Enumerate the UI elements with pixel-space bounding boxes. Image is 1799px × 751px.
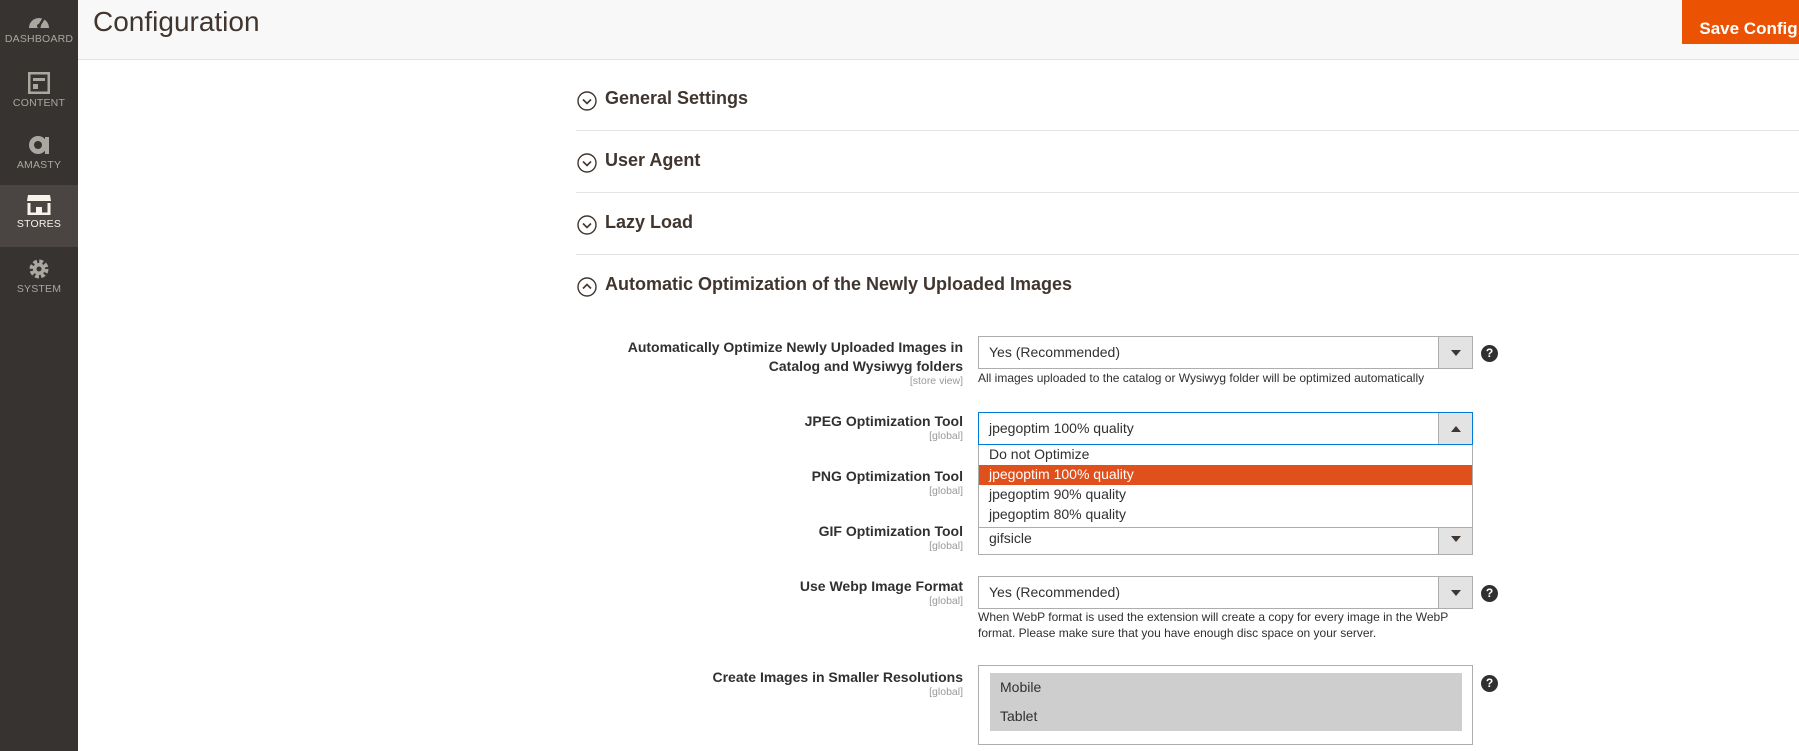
select-value: jpegoptim 100% quality — [989, 420, 1134, 436]
gif-tool-label: GIF Optimization Tool — [818, 523, 963, 539]
save-config-button[interactable]: Save Config — [1682, 0, 1799, 44]
dropdown-option[interactable]: jpegoptim 80% quality — [979, 505, 1472, 525]
nav-label: SYSTEM — [16, 283, 62, 295]
caret-down-icon — [1451, 590, 1461, 596]
select-toggle[interactable] — [1438, 337, 1472, 368]
caret-down-icon — [1451, 536, 1461, 542]
section-automatic-optimization[interactable]: Automatic Optimization of the Newly Uplo… — [576, 255, 1799, 317]
system-icon — [29, 259, 49, 279]
page-title: Configuration — [93, 6, 260, 37]
dropdown-option[interactable]: Do not Optimize — [979, 445, 1472, 465]
amasty-icon — [29, 136, 49, 154]
jpeg-tool-scope: [global] — [929, 430, 963, 442]
section-lazy-load[interactable]: Lazy Load — [576, 193, 1799, 255]
jpeg-tool-select[interactable]: jpegoptim 100% quality — [978, 412, 1473, 445]
stores-icon — [27, 195, 51, 215]
multiselect-option-mobile[interactable]: Mobile — [990, 673, 1462, 702]
webp-label: Use Webp Image Format — [799, 578, 963, 594]
multiselect-option-tablet[interactable]: Tablet — [990, 702, 1462, 731]
nav-label: STORES — [16, 218, 62, 230]
dropdown-option[interactable]: jpegoptim 90% quality — [979, 485, 1472, 505]
section-general-settings[interactable]: General Settings — [576, 69, 1799, 131]
chevron-down-icon — [577, 91, 597, 111]
help-icon[interactable]: ? — [1481, 585, 1498, 602]
auto-optimize-label: Automatically Optimize Newly Uploaded Im… — [627, 339, 963, 374]
caret-down-icon — [1451, 350, 1461, 356]
section-user-agent[interactable]: User Agent — [576, 131, 1799, 193]
webp-note: When WebP format is used the extension w… — [978, 610, 1449, 640]
chevron-up-icon — [577, 277, 597, 297]
select-value: gifsicle — [989, 530, 1032, 546]
help-icon[interactable]: ? — [1481, 345, 1498, 362]
nav-label: CONTENT — [12, 97, 66, 109]
dropdown-option-selected[interactable]: jpegoptim 100% quality — [979, 465, 1472, 485]
png-tool-label: PNG Optimization Tool — [811, 468, 963, 484]
webp-select[interactable]: Yes (Recommended) — [978, 576, 1473, 609]
select-toggle[interactable] — [1438, 577, 1472, 608]
select-value: Yes (Recommended) — [989, 584, 1120, 600]
nav-label: AMASTY — [16, 159, 62, 171]
auto-optimize-scope: [store view] — [909, 375, 963, 387]
nav-item-stores[interactable]: STORES — [0, 185, 78, 247]
resolutions-scope: [global] — [929, 686, 963, 698]
jpeg-tool-dropdown: Do not Optimize jpegoptim 100% quality j… — [978, 445, 1473, 528]
section-title: General Settings — [605, 88, 749, 108]
resolutions-multiselect[interactable]: Mobile Tablet — [978, 665, 1473, 745]
select-toggle[interactable] — [1438, 413, 1472, 444]
section-title: Automatic Optimization of the Newly Uplo… — [605, 274, 1073, 294]
auto-optimize-select[interactable]: Yes (Recommended) — [978, 336, 1473, 369]
help-icon[interactable]: ? — [1481, 675, 1498, 692]
resolutions-label: Create Images in Smaller Resolutions — [712, 669, 963, 685]
webp-scope: [global] — [929, 595, 963, 607]
admin-sidebar: DASHBOARD CONTENT AMASTY STORES SYSTEM — [0, 0, 78, 751]
auto-optimize-note: All images uploaded to the catalog or Wy… — [978, 371, 1425, 385]
nav-item-dashboard[interactable]: DASHBOARD — [0, 2, 78, 64]
section-title: User Agent — [605, 150, 701, 170]
dashboard-icon — [29, 17, 49, 28]
nav-item-amasty[interactable]: AMASTY — [0, 126, 78, 188]
nav-label: DASHBOARD — [4, 33, 74, 45]
nav-item-system[interactable]: SYSTEM — [0, 250, 78, 312]
content-icon — [28, 72, 50, 94]
nav-item-content[interactable]: CONTENT — [0, 64, 78, 126]
caret-up-icon — [1451, 426, 1461, 432]
gif-tool-scope: [global] — [929, 540, 963, 552]
chevron-down-icon — [577, 153, 597, 173]
jpeg-tool-label: JPEG Optimization Tool — [804, 413, 963, 429]
page-header: Configuration — [78, 0, 1799, 60]
png-tool-scope: [global] — [929, 485, 963, 497]
select-value: Yes (Recommended) — [989, 344, 1120, 360]
section-title: Lazy Load — [605, 212, 694, 232]
chevron-down-icon — [577, 215, 597, 235]
